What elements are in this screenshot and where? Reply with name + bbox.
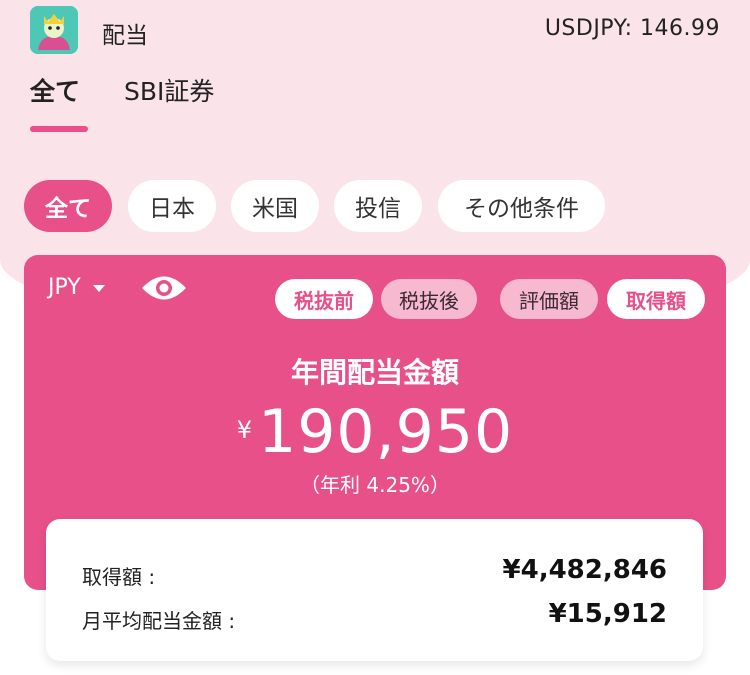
annual-dividend-title: 年間配当金額	[290, 356, 459, 389]
detail-row-monthly-average: 月平均配当金額 : ¥15,912	[82, 599, 667, 639]
tab-all-brokers[interactable]: 全て	[30, 72, 80, 108]
tab-sbi[interactable]: SBI証券	[124, 72, 214, 108]
toggle-market-value[interactable]: 評価額	[500, 279, 598, 319]
detail-label: 月平均配当金額 :	[82, 609, 236, 633]
dividend-amount-value: 190,950	[258, 397, 514, 467]
detail-row-acquisition: 取得額 : ¥4,482,846	[82, 555, 667, 595]
toggle-after-tax[interactable]: 税抜後	[381, 279, 477, 319]
currency-symbol: ¥	[236, 416, 253, 444]
filter-chip-all[interactable]: 全て	[24, 180, 112, 232]
annual-dividend-amount: ¥190,950	[24, 397, 726, 467]
filter-chip-other[interactable]: その他条件	[438, 180, 605, 232]
toggle-pre-tax[interactable]: 税抜前	[275, 279, 373, 319]
page-title: 配当	[102, 23, 148, 49]
currency-label: JPY	[48, 275, 81, 300]
filter-chip-funds[interactable]: 投信	[334, 180, 422, 232]
detail-label: 取得額 :	[82, 565, 156, 589]
app-header: 配当 USDJPY: 146.99	[0, 0, 750, 62]
filter-chip-japan[interactable]: 日本	[128, 180, 216, 232]
detail-value: ¥15,912	[548, 599, 667, 629]
active-tab-indicator	[30, 126, 88, 132]
exchange-rate: USDJPY: 146.99	[544, 16, 720, 41]
filter-chip-us[interactable]: 米国	[231, 180, 319, 232]
dividend-details-panel: 取得額 : ¥4,482,846 月平均配当金額 : ¥15,912	[46, 519, 703, 661]
detail-value: ¥4,482,846	[502, 555, 667, 585]
caret-down-icon	[92, 285, 105, 292]
annual-yield: （年利 4.25%）	[300, 473, 450, 497]
eye-icon[interactable]	[140, 271, 188, 309]
toggle-acquisition-cost[interactable]: 取得額	[607, 279, 705, 319]
app-logo-icon	[30, 6, 78, 54]
currency-selector[interactable]: JPY	[48, 275, 105, 300]
